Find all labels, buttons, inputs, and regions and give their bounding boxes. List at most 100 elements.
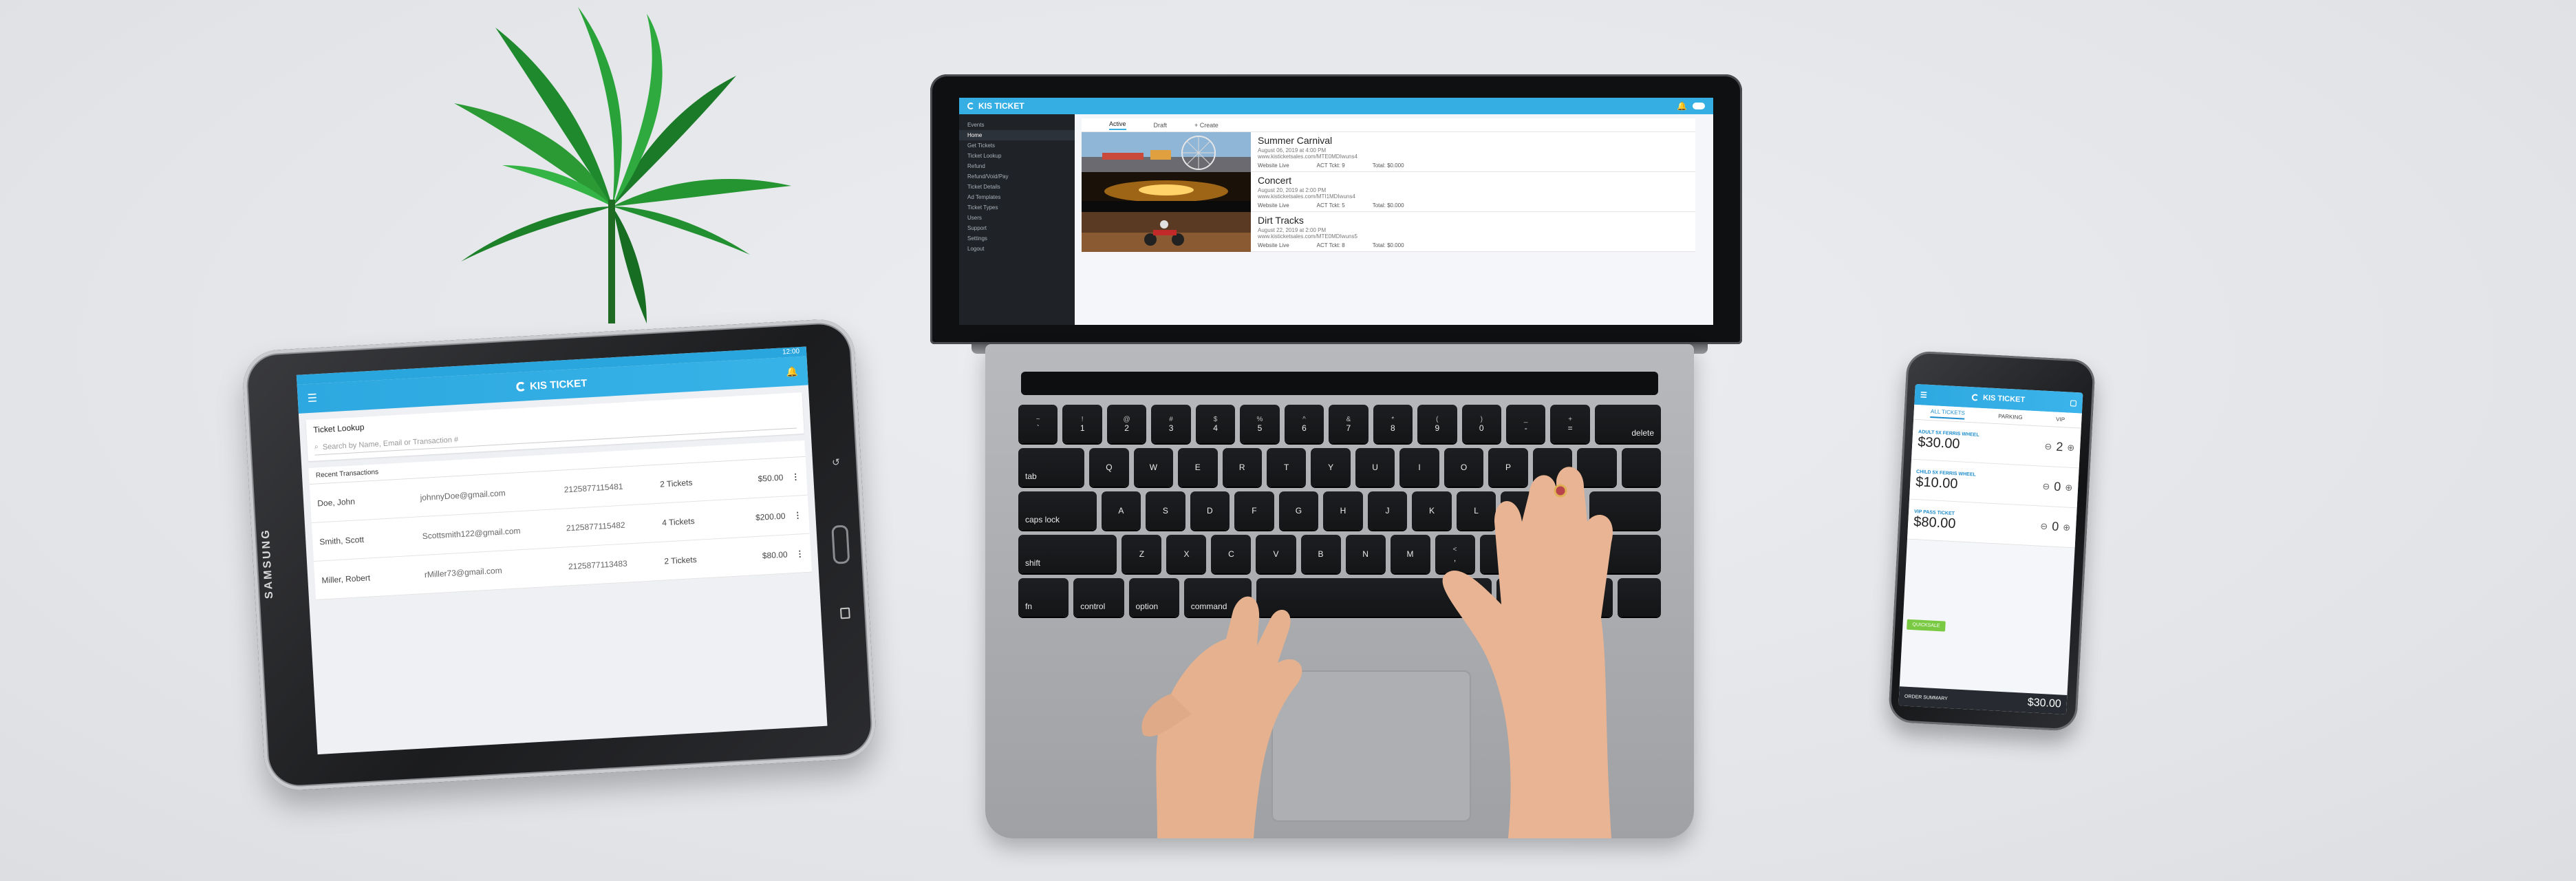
transaction-amount: $80.00 bbox=[762, 549, 788, 561]
sidebar-item-support[interactable]: Support bbox=[959, 223, 1075, 233]
key-e[interactable]: E bbox=[1178, 448, 1218, 487]
event-url[interactable]: www.kisticketsales.com/MTE0MDIwuns4 bbox=[1258, 153, 1688, 160]
key-d[interactable]: D bbox=[1190, 491, 1230, 530]
more-options-icon[interactable]: ⋮ bbox=[785, 510, 802, 520]
plus-icon[interactable]: ⊕ bbox=[2065, 482, 2073, 493]
quicksale-button[interactable]: QUICKSALE bbox=[1907, 619, 1946, 632]
key-n[interactable]: N bbox=[1345, 535, 1386, 573]
minus-icon[interactable]: ⊖ bbox=[2040, 520, 2048, 532]
tab-parking[interactable]: PARKING bbox=[1998, 413, 2023, 421]
logo-icon bbox=[967, 103, 974, 109]
touch-bar[interactable] bbox=[1021, 372, 1658, 395]
menu-icon[interactable]: ☰ bbox=[307, 391, 317, 405]
sidebar-item-refund-void-pay[interactable]: Refund/Void/Pay bbox=[959, 171, 1075, 182]
sidebar-item-ticket-lookup[interactable]: Ticket Lookup bbox=[959, 151, 1075, 161]
sidebar-item-users[interactable]: Users bbox=[959, 213, 1075, 223]
order-total: $30.00 bbox=[2027, 697, 2062, 710]
key-h[interactable]: H bbox=[1323, 491, 1363, 530]
web-app-title: KIS TICKET bbox=[978, 101, 1024, 111]
laptop-lid: KIS TICKET 🔔 Events Home Get Tickets Tic… bbox=[930, 74, 1742, 344]
key-w[interactable]: W bbox=[1133, 448, 1174, 487]
sidebar-item-get-tickets[interactable]: Get Tickets bbox=[959, 140, 1075, 151]
left-hand bbox=[1141, 596, 1302, 838]
key-label: 2 bbox=[1124, 423, 1129, 433]
concert-image bbox=[1082, 172, 1251, 212]
key-4[interactable]: $4 bbox=[1195, 405, 1236, 443]
tab-all-tickets[interactable]: ALL TICKETS bbox=[1930, 407, 1966, 420]
key-j[interactable]: J bbox=[1367, 491, 1408, 530]
sidebar-item-logout[interactable]: Logout bbox=[959, 244, 1075, 254]
event-url[interactable]: www.kisticketsales.com/MTE0MDIwuns5 bbox=[1258, 233, 1688, 240]
plus-icon[interactable]: ⊕ bbox=[2063, 522, 2071, 533]
event-card[interactable]: Dirt Tracks August 22, 2019 at 2:00 PM w… bbox=[1082, 212, 1695, 252]
key-fn[interactable]: fn bbox=[1018, 578, 1069, 617]
sidebar-item-home[interactable]: Home bbox=[959, 130, 1075, 140]
quantity-stepper: ⊖ 0 ⊕ bbox=[2042, 479, 2073, 495]
key-shift-label: ~ bbox=[1035, 415, 1040, 423]
key-a[interactable]: A bbox=[1101, 491, 1141, 530]
key-label: 3 bbox=[1168, 423, 1174, 433]
minus-icon[interactable]: ⊖ bbox=[2044, 440, 2052, 452]
key-control[interactable]: control bbox=[1073, 578, 1124, 617]
app-title: KIS TICKET bbox=[529, 376, 588, 392]
more-options-icon[interactable]: ⋮ bbox=[787, 549, 804, 559]
more-options-icon[interactable]: ⋮ bbox=[783, 471, 800, 482]
key-shift-label: & bbox=[1346, 415, 1351, 423]
key-y[interactable]: Y bbox=[1311, 448, 1351, 487]
transaction-email: johnnyDoe@gmail.com bbox=[420, 487, 506, 502]
sidebar-item-settings[interactable]: Settings bbox=[959, 233, 1075, 244]
key-t[interactable]: T bbox=[1266, 448, 1307, 487]
key-3[interactable]: #3 bbox=[1151, 405, 1191, 443]
key-g[interactable]: G bbox=[1278, 491, 1319, 530]
key-5[interactable]: % 5 bbox=[1240, 405, 1280, 443]
avatar[interactable] bbox=[1693, 103, 1705, 109]
tab-draft[interactable]: Draft bbox=[1154, 122, 1168, 129]
event-url[interactable]: www.kisticketsales.com/MTI1MDIwuns4 bbox=[1258, 193, 1688, 200]
event-stat-status: Website Live bbox=[1258, 242, 1289, 248]
event-card[interactable]: Summer Carnival August 06, 2019 at 4:00 … bbox=[1082, 132, 1695, 172]
phone-device: ☰ KIS TICKET ▢ ALL TICKETS PARKING VIP A… bbox=[1888, 350, 2096, 732]
back-icon[interactable]: ↺ bbox=[832, 456, 842, 468]
ticket-info: CHILD 5X FERRIS WHEEL $10.00 bbox=[1915, 469, 1976, 493]
key-2[interactable]: @2 bbox=[1106, 405, 1147, 443]
key-backtick[interactable]: ~ ` bbox=[1018, 405, 1058, 443]
sidebar-item-ticket-details[interactable]: Ticket Details bbox=[959, 182, 1075, 192]
bell-icon[interactable]: 🔔 bbox=[786, 365, 798, 378]
key-m[interactable]: M bbox=[1390, 535, 1430, 573]
tab-create[interactable]: + Create bbox=[1194, 122, 1219, 129]
key-s[interactable]: S bbox=[1146, 491, 1185, 530]
menu-icon[interactable]: ☰ bbox=[1920, 390, 1928, 400]
key-1[interactable]: ! 1 bbox=[1062, 405, 1102, 443]
order-summary-label: ORDER SUMMARY bbox=[1904, 694, 1949, 701]
event-stats: Website Live ACT Tckt: 5 Total: $0.000 bbox=[1258, 202, 1688, 209]
transaction-tickets: 2 Tickets bbox=[663, 554, 698, 566]
key-r[interactable]: R bbox=[1222, 448, 1262, 487]
tab-active[interactable]: Active bbox=[1109, 120, 1126, 130]
key-6[interactable]: ^ 6 bbox=[1284, 405, 1324, 443]
event-stats: Website Live ACT Tckt: 9 Total: $0.000 bbox=[1258, 162, 1688, 169]
key-8[interactable]: * 8 bbox=[1373, 405, 1413, 443]
event-stat-tickets: ACT Tckt: 8 bbox=[1316, 242, 1345, 248]
minus-icon[interactable]: ⊖ bbox=[2042, 480, 2050, 492]
key-f[interactable]: F bbox=[1234, 491, 1274, 530]
key-caps-lock[interactable]: caps lock bbox=[1018, 491, 1097, 530]
plus-icon[interactable]: ⊕ bbox=[2067, 442, 2075, 454]
tab-vip[interactable]: VIP bbox=[2056, 416, 2065, 423]
tablet-home-button[interactable] bbox=[831, 524, 850, 564]
event-stat-tickets: ACT Tckt: 9 bbox=[1316, 162, 1345, 169]
sidebar-item-ticket-types[interactable]: Ticket Types bbox=[959, 202, 1075, 213]
key-u[interactable]: U bbox=[1355, 448, 1395, 487]
recent-apps-icon[interactable] bbox=[839, 607, 850, 619]
key-shift-left[interactable]: shift bbox=[1018, 535, 1117, 573]
event-card[interactable]: Concert August 20, 2019 at 2:00 PM www.k… bbox=[1082, 172, 1695, 212]
key-7[interactable]: & 7 bbox=[1329, 405, 1368, 443]
key-q[interactable]: Q bbox=[1089, 448, 1129, 487]
sidebar-item-events[interactable]: Events bbox=[959, 120, 1075, 130]
sidebar-item-ad-templates[interactable]: Ad Templates bbox=[959, 192, 1075, 202]
transaction-email: rMiller73@gmail.com bbox=[424, 565, 502, 580]
key-label: ` bbox=[1036, 423, 1040, 433]
notification-icon[interactable]: 🔔 bbox=[1677, 101, 1687, 111]
cart-icon[interactable]: ▢ bbox=[2070, 398, 2077, 407]
sidebar-item-refund[interactable]: Refund bbox=[959, 161, 1075, 171]
key-tab[interactable]: tab bbox=[1018, 448, 1085, 487]
